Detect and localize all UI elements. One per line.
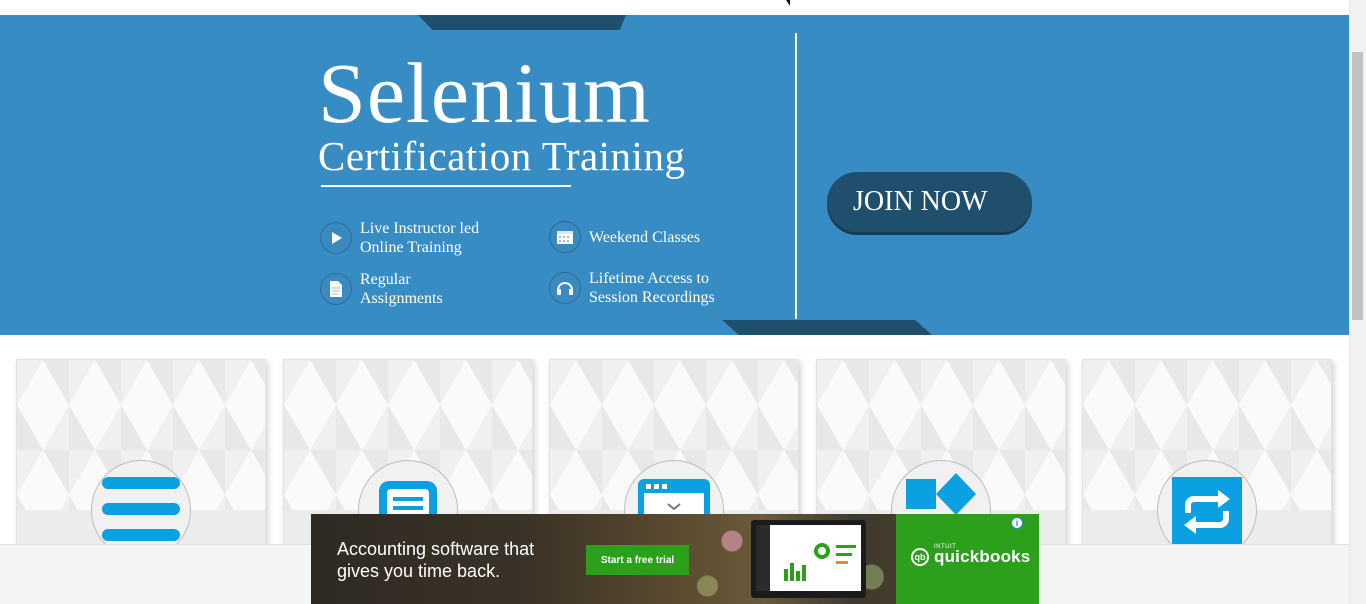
brand-name: quickbooks [934, 547, 1031, 566]
headphones-icon [549, 272, 581, 304]
course-cards-row [0, 335, 1349, 549]
quickbooks-logo: qb INTUIT quickbooks [911, 544, 1031, 567]
feature-weekend-classes: Weekend Classes [549, 221, 759, 253]
laptop-image [751, 520, 866, 598]
scrollbar-thumb[interactable] [1352, 52, 1363, 320]
top-strip [0, 0, 1349, 15]
hero-banner: Selenium Certification Training Live Ins… [0, 15, 1349, 335]
ad-info-icon[interactable]: i [1011, 517, 1023, 529]
banner-decoration-bottom [722, 320, 932, 335]
feature-label: Regular Assignments [360, 271, 443, 307]
card-icon-circle [91, 460, 191, 548]
course-card[interactable] [16, 359, 266, 549]
course-subtitle: Certification Training [318, 133, 686, 179]
feature-recordings: Lifetime Access to Session Recordings [549, 269, 759, 307]
repeat-arrows-icon [1172, 477, 1242, 548]
brand-prefix: INTUIT [934, 544, 957, 550]
feature-label: Weekend Classes [589, 228, 701, 246]
dashboard-screenshot [756, 525, 861, 591]
play-icon [320, 222, 352, 254]
ad-headline: Accounting software that gives you time … [337, 539, 535, 581]
feature-label: Live Instructor led Online Training [360, 220, 480, 256]
vertical-scrollbar[interactable] [1349, 0, 1366, 604]
join-now-button[interactable]: JOIN NOW [827, 172, 1032, 232]
document-icon [320, 273, 352, 305]
card-icon-circle [1157, 460, 1257, 548]
start-free-trial-button[interactable]: Start a free trial [586, 545, 689, 575]
feature-live-training: Live Instructor led Online Training [320, 219, 530, 257]
title-underline [321, 185, 571, 187]
feature-assignments: Regular Assignments [320, 270, 530, 308]
mouse-cursor [786, 0, 790, 6]
advertisement-banner[interactable]: Accounting software that gives you time … [311, 514, 1039, 604]
vertical-divider [795, 33, 797, 319]
feature-label: Lifetime Access to Session Recordings [589, 270, 715, 306]
calendar-icon [549, 221, 581, 253]
quickbooks-mark: qb [911, 548, 929, 566]
course-card[interactable] [1082, 359, 1332, 549]
course-title: Selenium [318, 45, 651, 141]
menu-lines-icon [102, 475, 180, 548]
banner-decoration-top [418, 15, 626, 30]
